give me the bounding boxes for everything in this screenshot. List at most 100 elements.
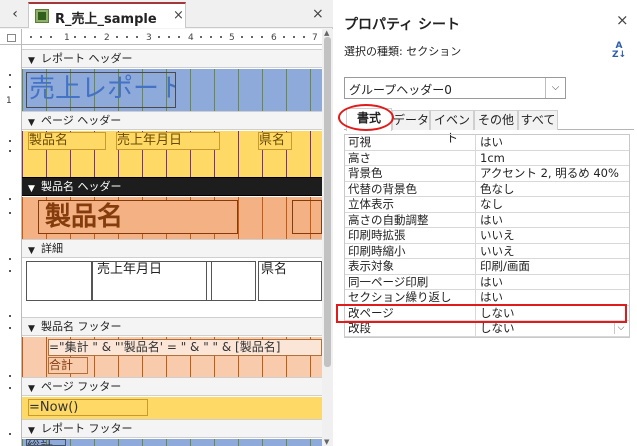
section-bar-detail[interactable]: ▼ 詳細 xyxy=(22,239,322,258)
scroll-up-icon[interactable]: ▲ xyxy=(324,29,329,37)
column-header-date[interactable]: 売上年月日 xyxy=(116,132,220,150)
tab-all[interactable]: すべて xyxy=(518,110,558,130)
chevron-down-icon[interactable]: ⌵ xyxy=(614,322,627,334)
section-label: ページ ヘッダー xyxy=(41,114,122,127)
section-arrow-icon: ▼ xyxy=(28,184,35,194)
property-row[interactable]: 表示対象 印刷/画面 xyxy=(345,259,629,275)
property-row[interactable]: 同一ページ印刷 はい xyxy=(345,274,629,290)
report-icon xyxy=(35,9,49,23)
design-vertical-scrollbar[interactable]: ▲ ▼ xyxy=(322,29,333,446)
property-name: 高さ xyxy=(348,150,371,165)
section-bar-group-header[interactable]: ▼ 製品名 ヘッダー xyxy=(22,177,322,196)
group-header-area[interactable]: 製品名 xyxy=(22,197,322,239)
page-footer-area[interactable]: =Now() xyxy=(22,397,322,419)
property-row[interactable]: 高さの自動調整 はい xyxy=(345,212,629,228)
selection-type-label: 選択の種類: セクション xyxy=(344,45,462,58)
scrollbar-thumb[interactable] xyxy=(324,37,331,367)
section-arrow-icon: ▼ xyxy=(28,324,35,334)
property-name: 印刷時縮小 xyxy=(348,243,406,258)
document-tab-report[interactable]: R_売上_sample × xyxy=(28,2,186,28)
property-value[interactable]: はい xyxy=(475,212,629,228)
property-row[interactable]: 高さ 1cm xyxy=(345,150,629,166)
property-row[interactable]: 印刷時縮小 いいえ xyxy=(345,243,629,259)
detail-pref-textbox[interactable]: 県名 xyxy=(258,261,322,301)
property-row[interactable]: 改段 しない ⌵ xyxy=(345,321,629,337)
page-now-textbox[interactable]: =Now() xyxy=(28,399,148,416)
section-bar-report-footer[interactable]: ▼ レポート フッター xyxy=(22,419,322,438)
ruler-mark: 4 xyxy=(188,33,194,43)
column-header-product[interactable]: 製品名 xyxy=(28,132,106,150)
sort-az-icon[interactable]: A Z↓ xyxy=(609,42,629,64)
property-value[interactable]: 色なし xyxy=(475,181,629,197)
document-tab-bar: ‹ R_売上_sample × × xyxy=(0,0,333,28)
close-document-button[interactable]: × xyxy=(312,6,324,22)
property-row[interactable]: 印刷時拡張 いいえ xyxy=(345,228,629,244)
section-label: レポート ヘッダー xyxy=(41,52,133,65)
property-value[interactable]: しない xyxy=(475,321,629,336)
tab-highlight-circle xyxy=(338,104,394,131)
document-tab-title: R_売上_sample xyxy=(55,12,157,27)
report-header-area[interactable]: 売上レポート xyxy=(22,69,322,111)
selection-combo-value: グループヘッダー0 xyxy=(349,83,452,97)
chevron-down-icon[interactable]: ⌵ xyxy=(545,78,565,98)
property-value[interactable]: なし xyxy=(475,197,629,212)
footer-total-label[interactable]: 合計 xyxy=(48,357,88,374)
property-name: 高さの自動調整 xyxy=(348,212,429,227)
detail-product-box[interactable] xyxy=(26,261,92,301)
property-row[interactable]: 可視 はい xyxy=(345,135,629,151)
detail-date-textbox[interactable]: 売上年月日 xyxy=(92,261,212,301)
vertical-ruler: 1 xyxy=(0,45,22,446)
section-bar-page-footer[interactable]: ▼ ページ フッター xyxy=(22,377,322,396)
sort-icon-bottom: Z↓ xyxy=(611,50,627,60)
property-name: 可視 xyxy=(348,135,371,149)
property-row[interactable]: 代替の背景色 色なし xyxy=(345,181,629,197)
property-value[interactable]: はい xyxy=(475,274,629,290)
property-name: セクション繰り返し xyxy=(348,290,452,304)
group-footer-area[interactable]: ="集計 " & "'製品名' = " & " " & [製品名] 合計 xyxy=(22,337,322,377)
detail-area[interactable]: 売上年月日 県名 xyxy=(22,259,322,303)
property-name: 印刷時拡張 xyxy=(348,228,406,242)
section-bar-page-header[interactable]: ▼ ページ ヘッダー xyxy=(22,111,322,130)
detail-blank-box[interactable] xyxy=(206,261,256,301)
report-title-label[interactable]: 売上レポート xyxy=(26,72,176,108)
ruler-mark: 2 xyxy=(104,33,110,43)
property-row[interactable]: 立体表示 なし xyxy=(345,197,629,213)
report-canvas[interactable]: ▼ レポート ヘッダー 売上レポート ▼ ページ ヘッダー 製品名 売上年月日 県名… xyxy=(22,45,322,446)
report-footer-area[interactable]: 総計 xyxy=(22,439,322,446)
column-header-pref[interactable]: 県名 xyxy=(258,132,292,150)
section-label: レポート フッター xyxy=(41,422,133,435)
property-value[interactable]: はい xyxy=(475,290,629,305)
property-value[interactable]: はい xyxy=(475,135,629,150)
ruler-corner-select-icon[interactable] xyxy=(0,29,22,45)
page-header-area[interactable]: 製品名 売上年月日 県名 xyxy=(22,131,322,177)
highlight-box xyxy=(336,304,627,323)
property-name: 立体表示 xyxy=(348,197,394,211)
group-header-box[interactable] xyxy=(292,200,322,234)
section-bar-report-header[interactable]: ▼ レポート ヘッダー xyxy=(22,49,322,68)
property-value[interactable]: アクセント 2, 明るめ 40% xyxy=(475,166,629,181)
tab-data[interactable]: データ xyxy=(392,110,430,130)
section-arrow-icon: ▼ xyxy=(28,246,35,256)
close-property-sheet-icon[interactable]: × xyxy=(616,11,629,29)
report-total-label[interactable]: 総計 xyxy=(26,439,66,446)
property-value[interactable]: 印刷/画面 xyxy=(475,259,629,274)
close-tab-icon[interactable]: × xyxy=(173,8,184,23)
property-value[interactable]: いいえ xyxy=(475,243,629,259)
footer-expression-textbox[interactable]: ="集計 " & "'製品名' = " & " " & [製品名] xyxy=(48,339,322,356)
ruler-mark: 3 xyxy=(146,33,152,43)
property-row[interactable]: 背景色 アクセント 2, 明るめ 40% xyxy=(345,166,629,182)
ruler-mark: 7 xyxy=(312,33,318,43)
tab-other[interactable]: その他 xyxy=(474,110,518,130)
property-value[interactable]: いいえ xyxy=(475,228,629,243)
tab-scroll-left-button[interactable]: ‹ xyxy=(6,5,24,23)
scroll-down-icon[interactable]: ▼ xyxy=(324,438,329,446)
property-value[interactable]: 1cm xyxy=(475,150,629,166)
group-product-textbox[interactable]: 製品名 xyxy=(38,200,238,234)
property-name: 背景色 xyxy=(348,166,383,180)
section-arrow-icon: ▼ xyxy=(28,384,35,394)
design-view: 1 2 3 4 5 6 7 1 ▼ レポート ヘッダー 売上レポート ▼ ページ… xyxy=(0,29,322,446)
selection-combo[interactable]: グループヘッダー0 ⌵ xyxy=(344,77,566,99)
property-name: 改段 xyxy=(348,321,371,335)
tab-event[interactable]: イベント xyxy=(430,110,474,145)
section-bar-group-footer[interactable]: ▼ 製品名 フッター xyxy=(22,317,322,336)
